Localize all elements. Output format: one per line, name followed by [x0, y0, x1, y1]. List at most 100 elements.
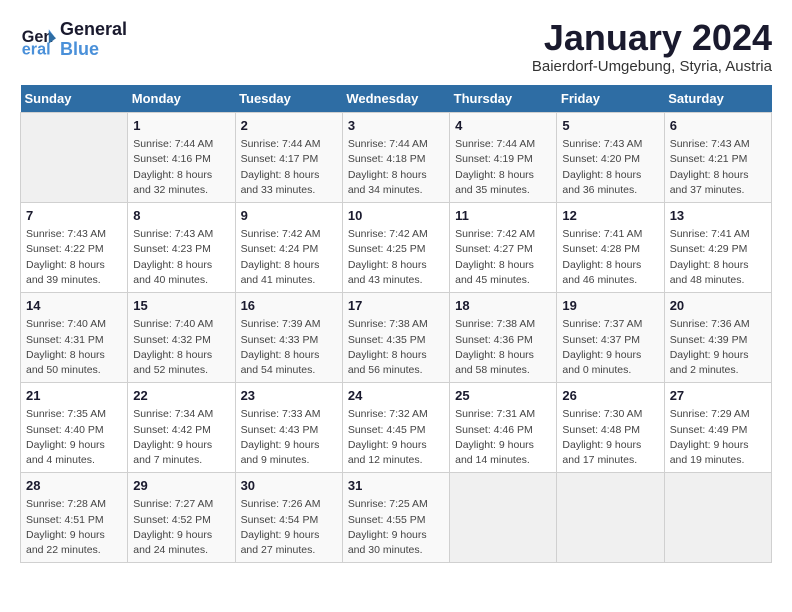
day-info: Sunrise: 7:43 AM Sunset: 4:22 PM Dayligh… — [26, 227, 122, 288]
calendar-cell: 24 Sunrise: 7:32 AM Sunset: 4:45 PM Dayli… — [342, 383, 449, 473]
day-number: 8 — [133, 207, 229, 225]
calendar-cell: 22 Sunrise: 7:34 AM Sunset: 4:42 PM Dayli… — [128, 383, 235, 473]
day-number: 9 — [241, 207, 337, 225]
page-header: Gen eral General Blue January 2024 Baier… — [20, 20, 772, 75]
day-info: Sunrise: 7:38 AM Sunset: 4:35 PM Dayligh… — [348, 317, 444, 378]
calendar-cell — [664, 473, 771, 563]
day-number: 19 — [562, 297, 658, 315]
day-info: Sunrise: 7:42 AM Sunset: 4:25 PM Dayligh… — [348, 227, 444, 288]
logo: Gen eral General Blue — [20, 20, 127, 60]
calendar-week-5: 28 Sunrise: 7:28 AM Sunset: 4:51 PM Dayli… — [21, 473, 772, 563]
day-info: Sunrise: 7:43 AM Sunset: 4:23 PM Dayligh… — [133, 227, 229, 288]
calendar-cell: 20Sunrise: 7:36 AM Sunset: 4:39 PM Dayli… — [664, 293, 771, 383]
col-header-tuesday: Tuesday — [235, 85, 342, 113]
logo-line2: Blue — [60, 40, 127, 60]
calendar-cell: 10 Sunrise: 7:42 AM Sunset: 4:25 PM Dayli… — [342, 203, 449, 293]
day-info: Sunrise: 7:38 AM Sunset: 4:36 PM Dayligh… — [455, 317, 551, 378]
day-info: Sunrise: 7:44 AM Sunset: 4:18 PM Dayligh… — [348, 137, 444, 198]
day-info: Sunrise: 7:43 AM Sunset: 4:21 PM Dayligh… — [670, 137, 766, 198]
calendar-cell: 16Sunrise: 7:39 AM Sunset: 4:33 PM Dayli… — [235, 293, 342, 383]
day-info: Sunrise: 7:31 AM Sunset: 4:46 PM Dayligh… — [455, 407, 551, 468]
svg-text:eral: eral — [22, 40, 51, 58]
day-number: 2 — [241, 117, 337, 135]
col-header-thursday: Thursday — [450, 85, 557, 113]
day-number: 30 — [241, 477, 337, 495]
calendar-cell: 25 Sunrise: 7:31 AM Sunset: 4:46 PM Dayli… — [450, 383, 557, 473]
day-info: Sunrise: 7:34 AM Sunset: 4:42 PM Dayligh… — [133, 407, 229, 468]
calendar-cell: 18Sunrise: 7:38 AM Sunset: 4:36 PM Dayli… — [450, 293, 557, 383]
day-number: 12 — [562, 207, 658, 225]
day-number: 25 — [455, 387, 551, 405]
day-info: Sunrise: 7:44 AM Sunset: 4:19 PM Dayligh… — [455, 137, 551, 198]
calendar-header-row: SundayMondayTuesdayWednesdayThursdayFrid… — [21, 85, 772, 113]
logo-line1: General — [60, 20, 127, 40]
day-info: Sunrise: 7:40 AM Sunset: 4:32 PM Dayligh… — [133, 317, 229, 378]
day-info: Sunrise: 7:42 AM Sunset: 4:24 PM Dayligh… — [241, 227, 337, 288]
calendar-cell: 15Sunrise: 7:40 AM Sunset: 4:32 PM Dayli… — [128, 293, 235, 383]
day-info: Sunrise: 7:26 AM Sunset: 4:54 PM Dayligh… — [241, 497, 337, 558]
calendar-cell: 12 Sunrise: 7:41 AM Sunset: 4:28 PM Dayli… — [557, 203, 664, 293]
day-info: Sunrise: 7:44 AM Sunset: 4:17 PM Dayligh… — [241, 137, 337, 198]
calendar-cell: 21Sunrise: 7:35 AM Sunset: 4:40 PM Dayli… — [21, 383, 128, 473]
day-info: Sunrise: 7:37 AM Sunset: 4:37 PM Dayligh… — [562, 317, 658, 378]
calendar-cell: 4 Sunrise: 7:44 AM Sunset: 4:19 PM Daylig… — [450, 113, 557, 203]
day-number: 17 — [348, 297, 444, 315]
day-number: 11 — [455, 207, 551, 225]
day-number: 4 — [455, 117, 551, 135]
day-number: 29 — [133, 477, 229, 495]
day-info: Sunrise: 7:28 AM Sunset: 4:51 PM Dayligh… — [26, 497, 122, 558]
day-number: 16 — [241, 297, 337, 315]
day-info: Sunrise: 7:42 AM Sunset: 4:27 PM Dayligh… — [455, 227, 551, 288]
day-number: 22 — [133, 387, 229, 405]
calendar-cell: 27 Sunrise: 7:29 AM Sunset: 4:49 PM Dayli… — [664, 383, 771, 473]
day-info: Sunrise: 7:27 AM Sunset: 4:52 PM Dayligh… — [133, 497, 229, 558]
day-number: 5 — [562, 117, 658, 135]
month-title: January 2024 — [532, 20, 772, 56]
day-number: 31 — [348, 477, 444, 495]
calendar-body: 1Sunrise: 7:44 AM Sunset: 4:16 PM Daylig… — [21, 113, 772, 563]
col-header-wednesday: Wednesday — [342, 85, 449, 113]
calendar-cell: 8 Sunrise: 7:43 AM Sunset: 4:23 PM Daylig… — [128, 203, 235, 293]
day-number: 10 — [348, 207, 444, 225]
day-number: 27 — [670, 387, 766, 405]
calendar-cell: 23Sunrise: 7:33 AM Sunset: 4:43 PM Dayli… — [235, 383, 342, 473]
calendar-cell: 19 Sunrise: 7:37 AM Sunset: 4:37 PM Dayli… — [557, 293, 664, 383]
day-info: Sunrise: 7:43 AM Sunset: 4:20 PM Dayligh… — [562, 137, 658, 198]
calendar-week-1: 1Sunrise: 7:44 AM Sunset: 4:16 PM Daylig… — [21, 113, 772, 203]
day-number: 6 — [670, 117, 766, 135]
calendar-cell: 29 Sunrise: 7:27 AM Sunset: 4:52 PM Dayli… — [128, 473, 235, 563]
calendar-cell: 11 Sunrise: 7:42 AM Sunset: 4:27 PM Dayli… — [450, 203, 557, 293]
col-header-saturday: Saturday — [664, 85, 771, 113]
logo-icon: Gen eral — [20, 22, 56, 58]
title-block: January 2024 Baierdorf-Umgebung, Styria,… — [532, 20, 772, 75]
day-number: 3 — [348, 117, 444, 135]
calendar-table: SundayMondayTuesdayWednesdayThursdayFrid… — [20, 85, 772, 563]
day-number: 13 — [670, 207, 766, 225]
calendar-cell — [450, 473, 557, 563]
day-number: 28 — [26, 477, 122, 495]
calendar-cell: 26Sunrise: 7:30 AM Sunset: 4:48 PM Dayli… — [557, 383, 664, 473]
calendar-cell: 28 Sunrise: 7:28 AM Sunset: 4:51 PM Dayli… — [21, 473, 128, 563]
day-number: 14 — [26, 297, 122, 315]
calendar-cell: 14 Sunrise: 7:40 AM Sunset: 4:31 PM Dayli… — [21, 293, 128, 383]
calendar-cell: 13 Sunrise: 7:41 AM Sunset: 4:29 PM Dayli… — [664, 203, 771, 293]
day-info: Sunrise: 7:41 AM Sunset: 4:29 PM Dayligh… — [670, 227, 766, 288]
calendar-cell: 5 Sunrise: 7:43 AM Sunset: 4:20 PM Daylig… — [557, 113, 664, 203]
col-header-sunday: Sunday — [21, 85, 128, 113]
location-subtitle: Baierdorf-Umgebung, Styria, Austria — [532, 58, 772, 75]
day-info: Sunrise: 7:40 AM Sunset: 4:31 PM Dayligh… — [26, 317, 122, 378]
calendar-cell — [21, 113, 128, 203]
day-info: Sunrise: 7:32 AM Sunset: 4:45 PM Dayligh… — [348, 407, 444, 468]
day-info: Sunrise: 7:25 AM Sunset: 4:55 PM Dayligh… — [348, 497, 444, 558]
calendar-cell: 1Sunrise: 7:44 AM Sunset: 4:16 PM Daylig… — [128, 113, 235, 203]
day-info: Sunrise: 7:41 AM Sunset: 4:28 PM Dayligh… — [562, 227, 658, 288]
calendar-week-3: 14 Sunrise: 7:40 AM Sunset: 4:31 PM Dayli… — [21, 293, 772, 383]
day-number: 24 — [348, 387, 444, 405]
day-info: Sunrise: 7:44 AM Sunset: 4:16 PM Dayligh… — [133, 137, 229, 198]
col-header-friday: Friday — [557, 85, 664, 113]
calendar-week-4: 21Sunrise: 7:35 AM Sunset: 4:40 PM Dayli… — [21, 383, 772, 473]
day-info: Sunrise: 7:29 AM Sunset: 4:49 PM Dayligh… — [670, 407, 766, 468]
calendar-cell — [557, 473, 664, 563]
day-info: Sunrise: 7:35 AM Sunset: 4:40 PM Dayligh… — [26, 407, 122, 468]
calendar-cell: 30 Sunrise: 7:26 AM Sunset: 4:54 PM Dayli… — [235, 473, 342, 563]
